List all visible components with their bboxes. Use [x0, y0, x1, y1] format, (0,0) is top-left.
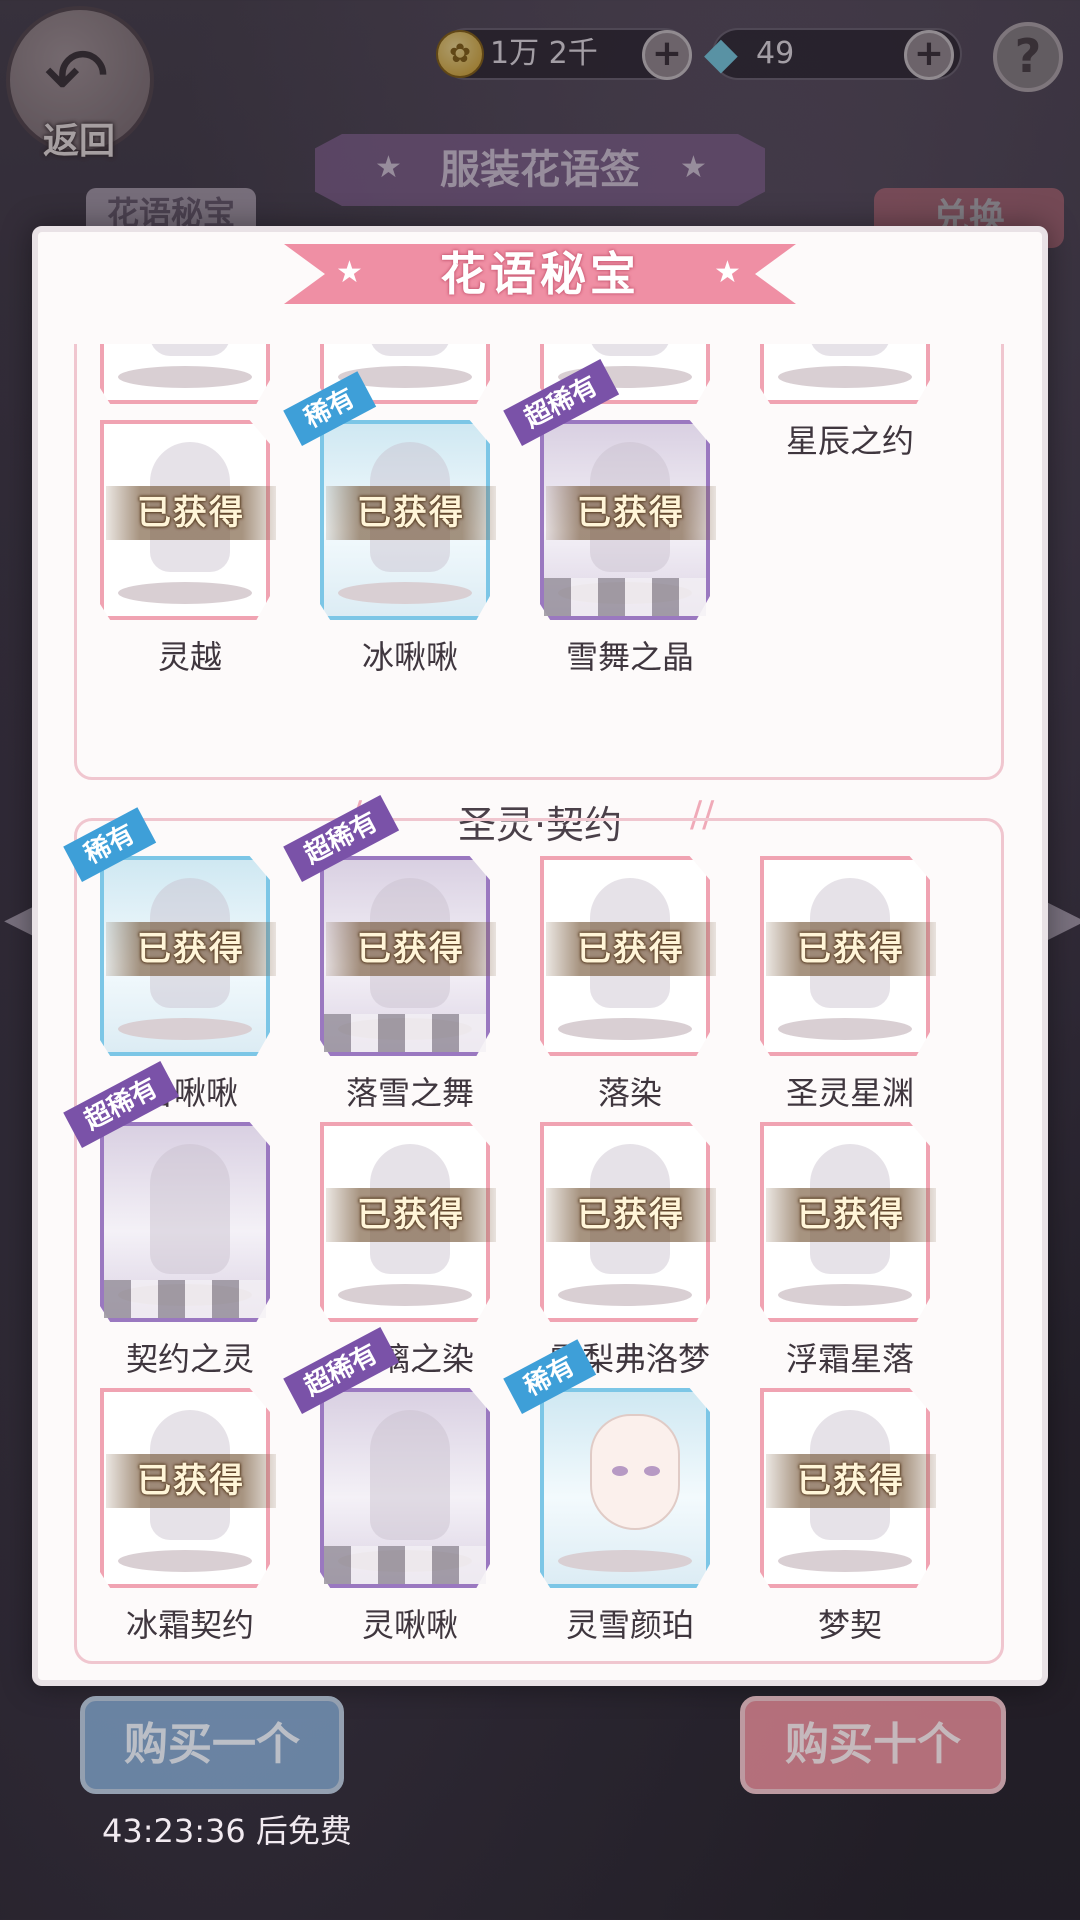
checker-floor — [104, 1280, 266, 1318]
item-preview — [590, 344, 670, 356]
face-preview — [590, 1414, 680, 1530]
item-shadow — [778, 1550, 912, 1572]
item-shadow — [778, 366, 912, 388]
item-name: 星辰之约 — [785, 422, 914, 460]
reward-item[interactable]: 已获得 梦契 — [740, 1388, 960, 1648]
acquired-label: 已获得 — [326, 922, 496, 976]
buy-one-button[interactable]: 购买一个 — [80, 1696, 344, 1794]
reward-item[interactable]: 已获得 超稀有 雪舞之晶 — [503, 359, 740, 680]
item-name: 灵啾啾 — [361, 1606, 458, 1644]
acquired-label: 已获得 — [766, 922, 936, 976]
item-name: 落染 — [597, 1074, 662, 1112]
reward-item[interactable]: 已获得 稀有 雪啾啾 — [63, 807, 300, 1116]
item-preview — [370, 344, 450, 356]
item-name: 圣灵星渊 — [785, 1074, 914, 1112]
item-preview — [150, 344, 230, 356]
acquired-label: 已获得 — [766, 1188, 936, 1242]
reward-item[interactable]: 稀有 灵雪颜珀 — [503, 1339, 740, 1648]
acquired-label: 已获得 — [106, 1454, 276, 1508]
reward-item[interactable]: 已获得 灵越 — [80, 420, 300, 680]
checker-floor — [324, 1546, 486, 1584]
item-name: 雪舞之晶 — [565, 638, 694, 676]
item-preview — [810, 344, 890, 356]
item-name: 冰啾啾 — [361, 638, 458, 676]
reward-item[interactable]: 超稀有 契约之灵 — [63, 1061, 300, 1382]
star-icon: ★ — [336, 255, 363, 290]
acquired-label: 已获得 — [766, 1454, 936, 1508]
buy-ten-button[interactable]: 购买十个 — [740, 1696, 1006, 1794]
item-name: 灵雪颜珀 — [565, 1606, 694, 1644]
item-shadow — [118, 1550, 252, 1572]
acquired-label: 已获得 — [546, 486, 716, 540]
item-shadow — [118, 1018, 252, 1040]
item-name: 冰霜契约 — [125, 1606, 254, 1644]
item-name: 灵越 — [157, 638, 222, 676]
item-shadow — [118, 366, 252, 388]
item-shadow — [558, 1550, 692, 1572]
reward-item[interactable]: 超稀有 灵啾啾 — [283, 1327, 520, 1648]
reward-item[interactable]: 已获得 霜梨弗洛梦 — [520, 1122, 740, 1382]
reward-item[interactable]: 已获得 浮霜星落 — [740, 1122, 960, 1382]
reward-item[interactable]: 已获得 超稀有 落雪之舞 — [283, 795, 520, 1116]
item-shadow — [558, 1284, 692, 1306]
reward-item[interactable]: 已获得 圣灵星渊 — [740, 856, 960, 1116]
item-shadow — [778, 1284, 912, 1306]
free-timer: 43:23:36 后免费 — [102, 1812, 352, 1850]
item-name: 浮霜星落 — [785, 1340, 914, 1378]
checker-floor — [324, 1014, 486, 1052]
acquired-label: 已获得 — [326, 486, 496, 540]
item-shadow — [338, 1284, 472, 1306]
item-preview — [150, 1144, 230, 1274]
acquired-label: 已获得 — [546, 1188, 716, 1242]
acquired-label: 已获得 — [106, 922, 276, 976]
item-name: 契约之灵 — [125, 1340, 254, 1378]
acquired-label: 已获得 — [106, 486, 276, 540]
reward-item[interactable]: 已获得 稀有 冰啾啾 — [283, 371, 520, 680]
item-shadow — [118, 582, 252, 604]
checker-floor — [544, 578, 706, 616]
star-icon: ★ — [714, 255, 741, 290]
acquired-label: 已获得 — [326, 1188, 496, 1242]
eye — [612, 1466, 628, 1476]
item-shadow — [558, 1018, 692, 1040]
item-preview — [370, 1410, 450, 1540]
acquired-label: 已获得 — [546, 922, 716, 976]
eye — [644, 1466, 660, 1476]
item-shadow — [778, 1018, 912, 1040]
reward-item[interactable]: 已获得 琉璃之染 — [300, 1122, 520, 1382]
item-shadow — [338, 582, 472, 604]
item-name: 梦契 — [817, 1606, 882, 1644]
reward-item[interactable]: 已获得 冰霜契约 — [80, 1388, 300, 1648]
reward-item[interactable]: 已获得 落染 — [520, 856, 740, 1116]
reward-item[interactable]: 已获得星辰之约 — [740, 344, 960, 464]
reward-list[interactable]: 圣灵·契约 // // 已获得圣灵星涩已获得霜渊已获得灵悦星夕已获得星辰之约已获… — [60, 344, 1020, 1664]
item-name: 落雪之舞 — [345, 1074, 474, 1112]
